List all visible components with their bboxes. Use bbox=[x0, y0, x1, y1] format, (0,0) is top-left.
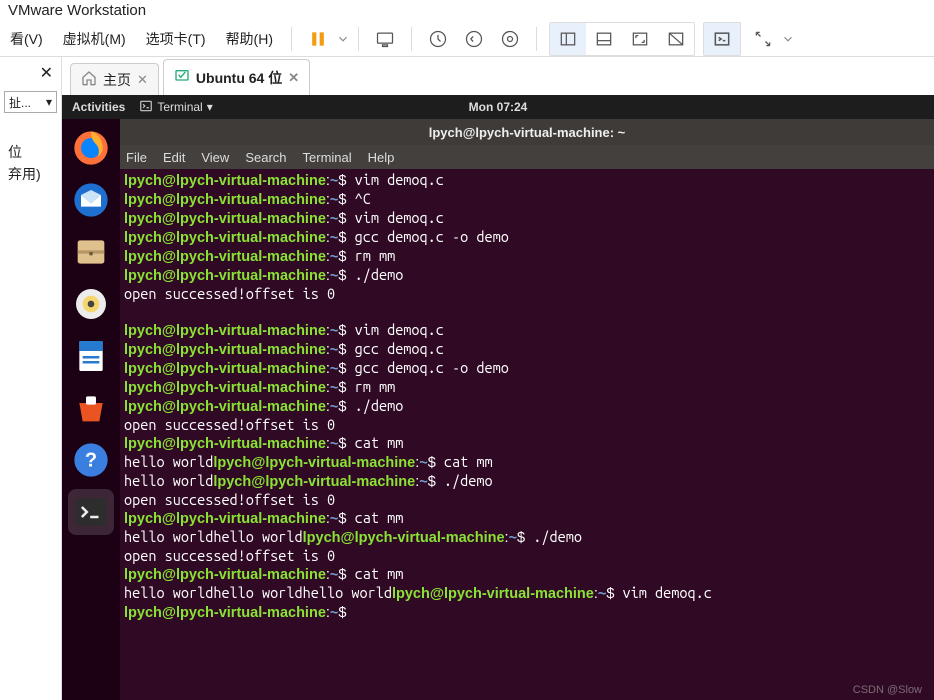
dock-icon-files[interactable] bbox=[68, 229, 114, 275]
guest-desktop[interactable]: Activities Terminal ▾ Mon 07:24 ? bbox=[62, 95, 934, 700]
tab-home[interactable]: 主页 ✕ bbox=[70, 63, 159, 95]
snapshot-revert-button[interactable] bbox=[456, 23, 492, 55]
app-menu[interactable]: Terminal ▾ bbox=[139, 99, 212, 116]
layout-thumb-button[interactable] bbox=[586, 23, 622, 55]
dock-icon-terminal[interactable] bbox=[68, 489, 114, 535]
dock-icon-thunderbird[interactable] bbox=[68, 177, 114, 223]
pause-button[interactable] bbox=[300, 23, 336, 55]
vm-tabs: 主页 ✕ Ubuntu 64 位 ✕ bbox=[62, 57, 934, 95]
ubuntu-dock: ? bbox=[62, 119, 120, 700]
pause-dropdown[interactable] bbox=[336, 23, 350, 55]
window-title: VMware Workstation bbox=[0, 0, 934, 21]
terminal-icon bbox=[139, 99, 153, 116]
term-menu-search[interactable]: Search bbox=[245, 150, 286, 165]
tab-label: Ubuntu 64 位 bbox=[196, 68, 282, 88]
tab-ubuntu[interactable]: Ubuntu 64 位 ✕ bbox=[163, 59, 310, 95]
library-filter-dropdown[interactable]: 扯... ▾ bbox=[4, 91, 57, 113]
dock-icon-help[interactable]: ? bbox=[68, 437, 114, 483]
menu-help[interactable]: 帮助(H) bbox=[216, 29, 283, 49]
chevron-down-icon: ▾ bbox=[46, 95, 52, 109]
term-menu-file[interactable]: File bbox=[126, 150, 147, 165]
clock[interactable]: Mon 07:24 bbox=[469, 100, 528, 114]
activities-button[interactable]: Activities bbox=[72, 100, 125, 114]
term-menu-help[interactable]: Help bbox=[368, 150, 395, 165]
dock-icon-rhythmbox[interactable] bbox=[68, 281, 114, 327]
tab-close-button[interactable]: ✕ bbox=[288, 70, 299, 86]
menu-view[interactable]: 看(V) bbox=[0, 29, 53, 49]
divider bbox=[536, 27, 537, 51]
term-menu-view[interactable]: View bbox=[201, 150, 229, 165]
term-menu-terminal[interactable]: Terminal bbox=[303, 150, 352, 165]
menu-tabs[interactable]: 选项卡(T) bbox=[136, 29, 216, 49]
tab-close-button[interactable]: ✕ bbox=[137, 72, 148, 88]
stretch-dropdown[interactable] bbox=[781, 23, 795, 55]
terminal-menubar: File Edit View Search Terminal Help bbox=[120, 145, 934, 169]
menu-vm[interactable]: 虚拟机(M) bbox=[53, 29, 136, 49]
layout-single-button[interactable] bbox=[550, 23, 586, 55]
home-icon bbox=[81, 70, 97, 89]
term-menu-edit[interactable]: Edit bbox=[163, 150, 185, 165]
snapshot-take-button[interactable] bbox=[420, 23, 456, 55]
vmware-menubar: 看(V) 虚拟机(M) 选项卡(T) 帮助(H) bbox=[0, 21, 934, 57]
dock-icon-firefox[interactable] bbox=[68, 125, 114, 171]
fullscreen-button[interactable] bbox=[622, 23, 658, 55]
svg-text:?: ? bbox=[85, 450, 97, 472]
library-item-text: 位弃用) bbox=[4, 141, 57, 186]
terminal-output[interactable]: lpych@lpych-virtual-machine:~$ vim demoq… bbox=[120, 169, 934, 700]
divider bbox=[358, 27, 359, 51]
chevron-down-icon: ▾ bbox=[207, 100, 213, 114]
console-button[interactable] bbox=[703, 22, 741, 56]
layout-button-group bbox=[549, 22, 695, 56]
send-ctrl-alt-del-button[interactable] bbox=[367, 23, 403, 55]
app-menu-label: Terminal bbox=[157, 100, 202, 114]
dock-icon-software[interactable] bbox=[68, 385, 114, 431]
gnome-top-bar: Activities Terminal ▾ Mon 07:24 bbox=[62, 95, 934, 119]
terminal-titlebar[interactable]: lpych@lpych-virtual-machine: ~ bbox=[120, 119, 934, 145]
watermark: CSDN @Slow bbox=[853, 684, 922, 696]
vm-icon bbox=[174, 68, 190, 87]
panel-close-button[interactable]: ✕ bbox=[4, 61, 57, 85]
divider bbox=[291, 27, 292, 51]
dock-icon-writer[interactable] bbox=[68, 333, 114, 379]
unity-button[interactable] bbox=[658, 23, 694, 55]
snapshot-manager-button[interactable] bbox=[492, 23, 528, 55]
terminal-window: lpych@lpych-virtual-machine: ~ File Edit… bbox=[120, 119, 934, 700]
divider bbox=[411, 27, 412, 51]
tab-label: 主页 bbox=[103, 70, 131, 90]
dropdown-label: 扯... bbox=[9, 94, 31, 111]
library-panel: ✕ 扯... ▾ 位弃用) bbox=[0, 57, 62, 700]
stretch-button[interactable] bbox=[745, 23, 781, 55]
